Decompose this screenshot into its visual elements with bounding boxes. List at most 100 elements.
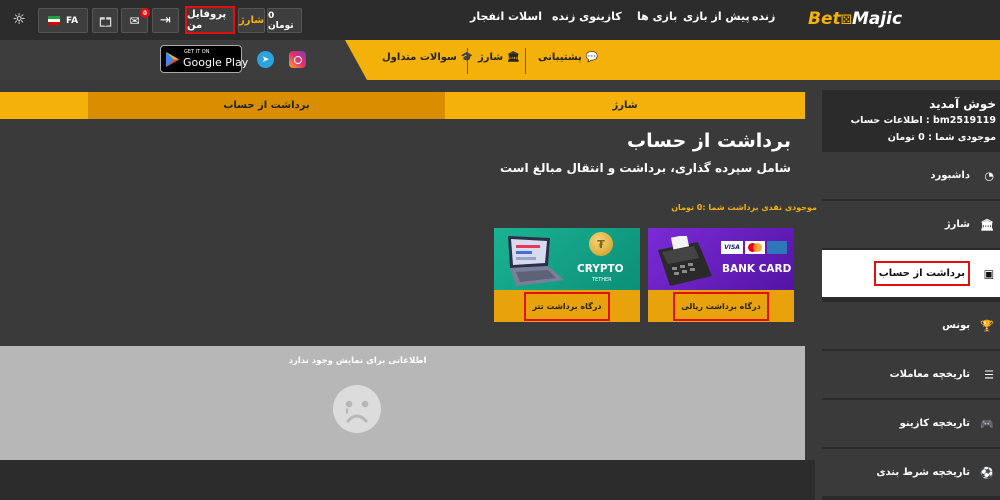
tether-withdraw-button-area[interactable]: درگاه برداشت تتر bbox=[494, 290, 640, 322]
gift-button[interactable] bbox=[92, 8, 118, 33]
site-logo[interactable]: Bet⚄Majic bbox=[808, 9, 902, 29]
nav-pre-match[interactable]: پیش از بازی bbox=[683, 10, 750, 23]
tab-bar: برداشت از حساب شارژ bbox=[0, 92, 805, 119]
google-play-label: Google Play bbox=[183, 56, 249, 69]
logout-button[interactable]: ⇥ bbox=[152, 8, 179, 33]
list-icon: ☰ bbox=[984, 368, 994, 381]
theme-toggle-button[interactable]: ☼ bbox=[8, 8, 30, 30]
iran-flag-icon bbox=[47, 16, 60, 25]
dashboard-icon: ◔ bbox=[984, 169, 994, 182]
sidebar-item-label: شارژ bbox=[944, 219, 970, 230]
notification-count: 0 bbox=[142, 9, 148, 17]
tab-left-filler bbox=[0, 92, 88, 119]
amex-logo bbox=[767, 241, 787, 254]
notification-badge: 0 bbox=[140, 8, 150, 18]
gift-icon bbox=[99, 16, 111, 27]
crypto-image-label: CRYPTO bbox=[577, 263, 624, 275]
trophy-icon: 🏆 bbox=[980, 319, 994, 332]
sub-charge-label: شارژ bbox=[478, 52, 504, 63]
tab-charge[interactable]: شارژ bbox=[445, 92, 805, 119]
empty-state-message: اطلاعاتی برای نمایش وجود ندارد bbox=[288, 356, 427, 366]
tether-withdraw-button[interactable]: درگاه برداشت تتر bbox=[524, 291, 610, 321]
sidebar-item-charge[interactable]: شارژ 🏛 bbox=[822, 201, 1000, 248]
my-profile-label: پروفایل من bbox=[187, 9, 227, 31]
rial-withdraw-button-area[interactable]: درگاه برداشت ریالی bbox=[648, 290, 794, 322]
sidebar-item-dashboard[interactable]: داشبورد ◔ bbox=[822, 152, 1000, 199]
sidebar-item-bet-history[interactable]: تاریخچه شرط بندی ⚽ bbox=[822, 449, 1000, 496]
language-code: FA bbox=[65, 15, 79, 26]
tab-label: برداشت از حساب bbox=[223, 100, 310, 111]
sad-face-icon bbox=[333, 385, 381, 433]
balance-display: 0 تومان bbox=[267, 8, 302, 33]
welcome-title: خوش آمدید bbox=[929, 97, 996, 111]
instagram-link[interactable] bbox=[289, 51, 306, 68]
sidebar-item-label: بونس bbox=[942, 320, 970, 331]
logo-bet: Bet bbox=[808, 9, 841, 29]
charge-label: شارژ bbox=[238, 15, 265, 26]
laptop-icon bbox=[508, 236, 564, 286]
crypto-image-sublabel: TETHER bbox=[592, 277, 612, 283]
telegram-icon: ➤ bbox=[261, 54, 270, 65]
nav-crash[interactable]: انفجار bbox=[470, 10, 504, 23]
page-subtitle: شامل سپرده گذاری، برداشت و انتقال مبالغ … bbox=[499, 161, 791, 175]
sidebar-item-transactions[interactable]: تاریخچه معاملات ☰ bbox=[822, 351, 1000, 398]
nav-live[interactable]: زنده bbox=[752, 10, 775, 23]
visa-text: VISA bbox=[724, 244, 740, 251]
charge-button[interactable]: شارژ bbox=[238, 8, 265, 33]
chat-icon: 💬 bbox=[585, 52, 599, 63]
support-link[interactable]: پشتیبانی 💬 bbox=[538, 52, 598, 63]
language-selector[interactable]: FA bbox=[38, 8, 88, 33]
google-play-icon bbox=[166, 52, 179, 67]
faq-link[interactable]: سوالات متداول 🎓 bbox=[382, 52, 473, 63]
sidebar-item-withdraw[interactable]: برداشت از حساب ▣ bbox=[822, 250, 1000, 297]
nav-live-casino[interactable]: کازینوی زنده bbox=[552, 10, 622, 23]
support-label: پشتیبانی bbox=[538, 52, 582, 63]
bank-icon: 🏛 bbox=[980, 218, 994, 231]
account-balance: موجودی شما : 0 تومان bbox=[887, 132, 996, 143]
tab-label: شارژ bbox=[612, 100, 638, 111]
bank-card-option[interactable]: VISA BANK CARD درگاه برداشت ریالی bbox=[648, 228, 794, 322]
sidebar-item-label: تاریخچه کازینو bbox=[899, 418, 970, 429]
sidebar-item-label: تاریخچه معاملات bbox=[889, 369, 970, 380]
sub-charge-link[interactable]: شارژ 🏛 bbox=[478, 52, 520, 63]
faq-label: سوالات متداول bbox=[382, 52, 457, 63]
dice-icon: ⚄ bbox=[840, 13, 852, 28]
pos-terminal-icon bbox=[658, 236, 712, 286]
envelope-icon: ✉ bbox=[129, 13, 140, 28]
sidebar-item-label: داشبورد bbox=[930, 170, 970, 181]
mastercard-logo bbox=[745, 241, 765, 254]
crypto-image: ₮ CRYPTO TETHER bbox=[494, 228, 640, 290]
google-play-small-text: GET IT ON bbox=[184, 49, 210, 55]
wallet-icon: ▣ bbox=[983, 267, 994, 280]
nav-games[interactable]: بازی ها bbox=[637, 10, 677, 23]
bank-icon: 🏛 bbox=[507, 52, 520, 63]
tether-symbol: ₮ bbox=[597, 237, 605, 251]
bank-card-image: VISA BANK CARD bbox=[648, 228, 794, 290]
graduation-cap-icon: 🎓 bbox=[460, 52, 474, 63]
tether-coin-icon: ₮ bbox=[589, 232, 613, 256]
tab-withdraw[interactable]: برداشت از حساب bbox=[88, 92, 445, 119]
gamepad-icon: 🎮 bbox=[980, 417, 994, 430]
my-profile-button[interactable]: پروفایل من bbox=[185, 6, 235, 34]
footer-strip bbox=[0, 460, 815, 500]
telegram-link[interactable]: ➤ bbox=[257, 51, 274, 68]
soccer-ball-icon: ⚽ bbox=[980, 466, 994, 479]
bank-card-image-label: BANK CARD bbox=[722, 263, 792, 275]
sidebar-item-bonus[interactable]: بونس 🏆 bbox=[822, 302, 1000, 349]
divider bbox=[525, 48, 526, 74]
account-info: اطلاعات حساب : bm2519119 bbox=[850, 115, 996, 126]
cash-balance: موجودی نقدی برداشت شما :0 تومان bbox=[671, 203, 817, 212]
page-title: برداشت از حساب bbox=[627, 130, 791, 152]
instagram-icon bbox=[293, 55, 302, 64]
sidebar-item-casino-history[interactable]: تاریخچه کازینو 🎮 bbox=[822, 400, 1000, 447]
rial-withdraw-button[interactable]: درگاه برداشت ریالی bbox=[673, 291, 769, 321]
sidebar-item-label: تاریخچه شرط بندی bbox=[876, 467, 970, 478]
logout-icon: ⇥ bbox=[160, 13, 171, 28]
nav-slots[interactable]: اسلات bbox=[508, 10, 542, 23]
logo-majic: Majic bbox=[851, 9, 903, 29]
visa-logo: VISA bbox=[721, 241, 743, 254]
crypto-option[interactable]: ₮ CRYPTO TETHER درگاه برداشت تتر bbox=[494, 228, 640, 322]
mastercard-yellow-circle bbox=[753, 243, 762, 252]
google-play-button[interactable]: GET IT ON Google Play bbox=[160, 45, 248, 73]
balance-amount: 0 تومان bbox=[268, 10, 294, 31]
